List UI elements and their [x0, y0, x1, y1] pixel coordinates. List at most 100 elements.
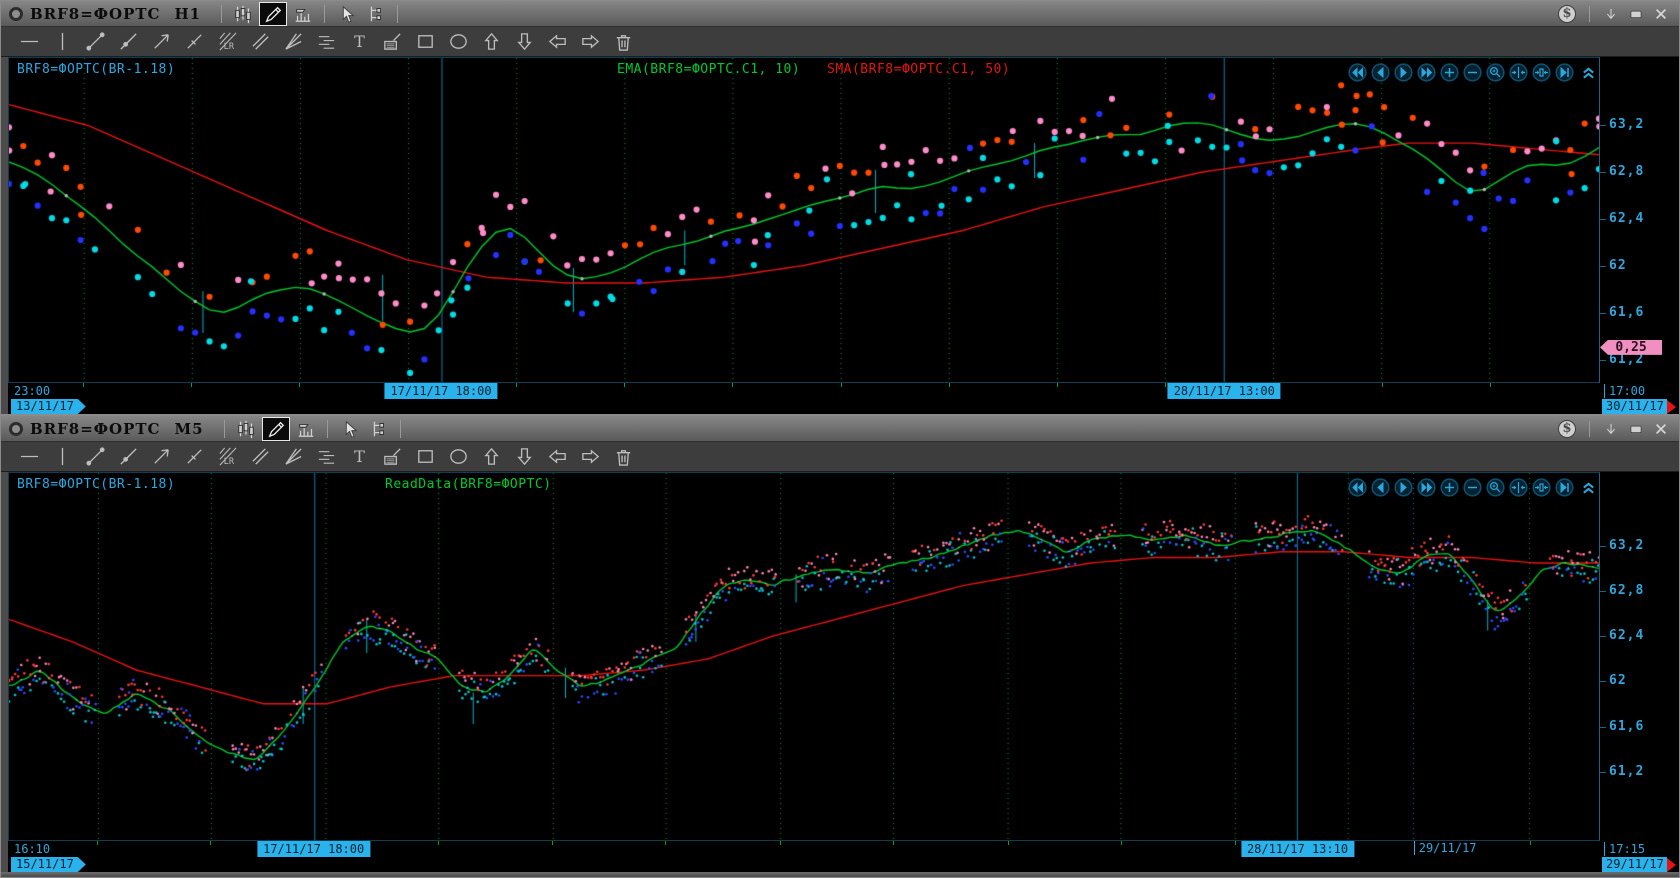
x-axis-label[interactable]: 29/11/17 [1414, 841, 1477, 855]
zoom-in-button[interactable] [1440, 63, 1459, 82]
window-roll-icon[interactable] [1603, 6, 1619, 22]
rectangle-tool[interactable] [411, 30, 440, 54]
left-date-tag[interactable]: 13/11/17 [11, 399, 86, 414]
ray-tool[interactable] [114, 30, 143, 54]
scroll-fast-left-button[interactable] [1348, 63, 1367, 82]
vertical-line-tool[interactable] [48, 30, 77, 54]
x-axis[interactable]: 23:00 17/11/17 18:0028/11/17 13:00 [8, 383, 1600, 399]
x-axis[interactable]: 16:10 17/11/17 18:0028/11/17 13:1029/11/… [8, 841, 1600, 857]
trend-tool[interactable] [180, 30, 209, 54]
fan-lines-tool[interactable] [279, 445, 308, 469]
ray-tool[interactable] [114, 445, 143, 469]
scroll-fast-right-button[interactable] [1417, 63, 1436, 82]
compress-x-button[interactable] [1509, 63, 1528, 82]
zoom-lens-button[interactable] [1486, 63, 1505, 82]
close-icon[interactable] [1653, 421, 1669, 437]
chart-canvas[interactable] [9, 473, 1599, 840]
calculator-tool[interactable] [378, 445, 407, 469]
dollar-icon[interactable]: $ [1558, 420, 1576, 438]
plot-area[interactable]: BRF8=ФОРТС(BR-1.18) ReadData(BRF8=ФОРТС) [8, 472, 1600, 841]
arrow-line-tool[interactable] [147, 30, 176, 54]
window-roll-icon[interactable] [1603, 421, 1619, 437]
arrow-up-tool[interactable] [477, 445, 506, 469]
arrow-line-tool[interactable] [147, 445, 176, 469]
fan-lines-tool[interactable] [279, 30, 308, 54]
go-to-end-button[interactable] [1555, 478, 1574, 497]
calculator-tool[interactable] [378, 30, 407, 54]
linear-regression-tool[interactable]: LR [213, 445, 242, 469]
window-menu-icon[interactable] [9, 7, 23, 21]
horizontal-line-tool[interactable] [15, 30, 44, 54]
levels-tool-icon[interactable] [363, 3, 389, 25]
scroll-left-button[interactable] [1371, 478, 1390, 497]
text-tool[interactable]: T [345, 30, 374, 54]
arrow-up-tool[interactable] [477, 30, 506, 54]
dollar-icon[interactable]: $ [1558, 5, 1576, 23]
go-to-end-button[interactable] [1555, 63, 1574, 82]
parallel-channel-tool[interactable] [246, 445, 275, 469]
linear-regression-tool[interactable]: LR [213, 30, 242, 54]
scroll-fast-left-button[interactable] [1348, 478, 1367, 497]
right-date-tag[interactable]: 29/11/17 [1602, 857, 1676, 872]
trend-tool[interactable] [180, 445, 209, 469]
zoom-lens-button[interactable] [1486, 478, 1505, 497]
indicator-chart-icon[interactable] [290, 3, 316, 25]
arrow-right-tool[interactable] [576, 30, 605, 54]
price-axis[interactable]: 63,262,862,46261,661,2 0,25 17:00 30/11/… [1600, 57, 1679, 414]
draw-mode-icon[interactable] [263, 418, 289, 440]
scroll-right-button[interactable] [1394, 63, 1413, 82]
collapse-chevron-icon[interactable] [1578, 481, 1596, 495]
draw-mode-icon[interactable] [260, 3, 286, 25]
scroll-end-arrow-icon[interactable] [1667, 400, 1676, 414]
x-axis-selected-box[interactable]: 28/11/17 13:00 [1168, 383, 1281, 399]
compress-bars-button[interactable] [1532, 478, 1551, 497]
horizontal-line-tool[interactable] [15, 445, 44, 469]
arrow-right-tool[interactable] [576, 445, 605, 469]
vertical-line-tool[interactable] [48, 445, 77, 469]
levels-tool-icon[interactable] [366, 418, 392, 440]
scroll-fast-right-button[interactable] [1417, 478, 1436, 497]
compress-bars-button[interactable] [1532, 63, 1551, 82]
arrow-left-tool[interactable] [543, 445, 572, 469]
rectangle-tool[interactable] [411, 445, 440, 469]
ellipse-tool[interactable] [444, 445, 473, 469]
ellipse-tool[interactable] [444, 30, 473, 54]
collapse-chevron-icon[interactable] [1578, 66, 1596, 80]
compress-x-button[interactable] [1509, 478, 1528, 497]
minimize-icon[interactable] [1628, 6, 1644, 22]
indicator-chart-icon[interactable] [293, 418, 319, 440]
x-axis-selected-box[interactable]: 17/11/17 18:00 [384, 383, 497, 399]
left-date-tag[interactable]: 15/11/17 [11, 857, 86, 872]
close-icon[interactable] [1653, 6, 1669, 22]
segment-tool[interactable] [81, 445, 110, 469]
horizontal-levels-tool[interactable] [312, 30, 341, 54]
chart-type-icon[interactable] [230, 3, 256, 25]
scroll-left-button[interactable] [1371, 63, 1390, 82]
minimize-icon[interactable] [1628, 421, 1644, 437]
window-menu-icon[interactable] [9, 422, 23, 436]
chart-type-icon[interactable] [233, 418, 259, 440]
parallel-channel-tool[interactable] [246, 30, 275, 54]
right-date-tag[interactable]: 30/11/17 [1602, 399, 1676, 414]
x-axis-selected-box[interactable]: 17/11/17 18:00 [257, 841, 370, 857]
zoom-in-button[interactable] [1440, 478, 1459, 497]
zoom-out-button[interactable] [1463, 63, 1482, 82]
scroll-end-arrow-icon[interactable] [1667, 858, 1676, 872]
zoom-out-button[interactable] [1463, 478, 1482, 497]
titlebar[interactable]: BRF8=ФОРТС H1 $ [1, 1, 1679, 27]
delete-tool[interactable] [609, 445, 638, 469]
plot-area[interactable]: BRF8=ФОРТС(BR-1.18) EMA(BRF8=ФОРТС.C1, 1… [8, 57, 1600, 383]
horizontal-levels-tool[interactable] [312, 445, 341, 469]
segment-tool[interactable] [81, 30, 110, 54]
titlebar[interactable]: BRF8=ФОРТС M5 $ [1, 416, 1679, 442]
chart-canvas[interactable] [9, 58, 1599, 382]
delete-tool[interactable] [609, 30, 638, 54]
x-axis-selected-box[interactable]: 28/11/17 13:10 [1241, 841, 1354, 857]
text-tool[interactable]: T [345, 445, 374, 469]
cursor-tool-icon[interactable] [333, 3, 359, 25]
cursor-tool-icon[interactable] [336, 418, 362, 440]
scroll-right-button[interactable] [1394, 478, 1413, 497]
arrow-down-tool[interactable] [510, 445, 539, 469]
arrow-left-tool[interactable] [543, 30, 572, 54]
price-axis[interactable]: 63,262,862,46261,661,2 17:15 29/11/17 [1600, 472, 1679, 872]
